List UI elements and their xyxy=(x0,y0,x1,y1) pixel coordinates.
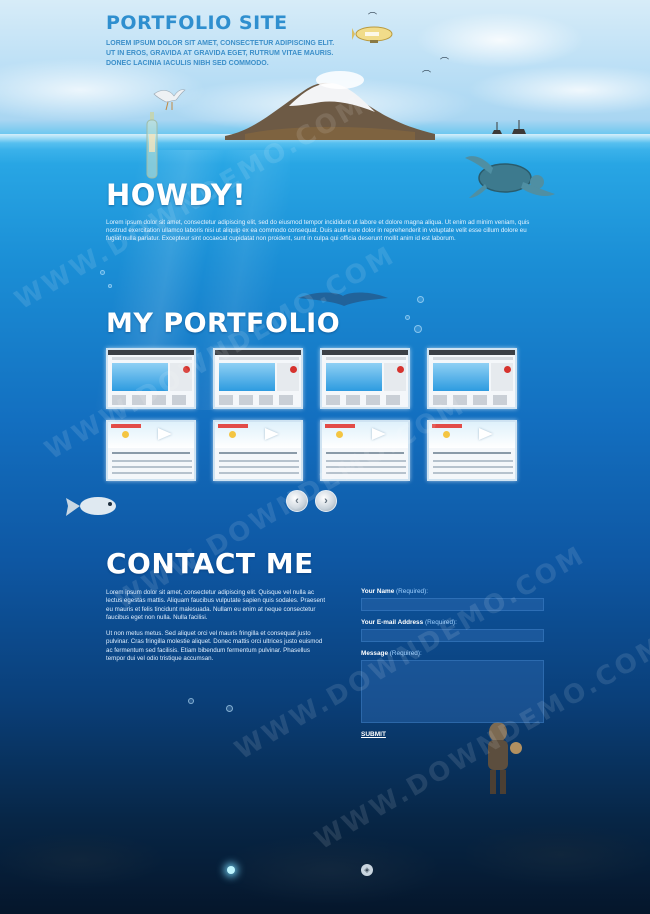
fish-icon xyxy=(66,497,116,516)
bubble xyxy=(108,284,112,288)
portfolio-thumbnail[interactable] xyxy=(106,420,196,481)
boats-icon xyxy=(492,120,526,134)
turtle-icon xyxy=(465,156,555,198)
name-field-label: Your Name (Required): xyxy=(361,588,429,595)
seagull-icon xyxy=(153,89,186,111)
blimp-icon xyxy=(352,26,393,43)
bubble xyxy=(226,705,233,712)
seabed xyxy=(0,800,650,914)
scroll-top-icon[interactable]: ◈ xyxy=(361,864,373,876)
site-title[interactable]: PORTFOLIO SITE xyxy=(106,12,288,34)
bird-icon: ⌒ xyxy=(368,12,378,22)
glow-light xyxy=(227,866,235,874)
bubble xyxy=(188,698,194,704)
portfolio-thumbnail[interactable] xyxy=(320,348,410,409)
bottle-icon xyxy=(146,112,158,179)
bubble xyxy=(414,325,422,333)
site-tagline: LOREM IPSUM DOLOR SIT AMET, CONSECTETUR … xyxy=(106,40,335,67)
portfolio-thumbnail[interactable] xyxy=(213,420,303,481)
bubble xyxy=(417,296,424,303)
bubble xyxy=(405,315,410,320)
bird-icon: ⌒ xyxy=(440,57,450,67)
submit-button[interactable]: SUBMIT xyxy=(361,731,386,738)
contact-paragraph: Ut non metus metus. Sed aliquet orci vel… xyxy=(106,630,323,663)
